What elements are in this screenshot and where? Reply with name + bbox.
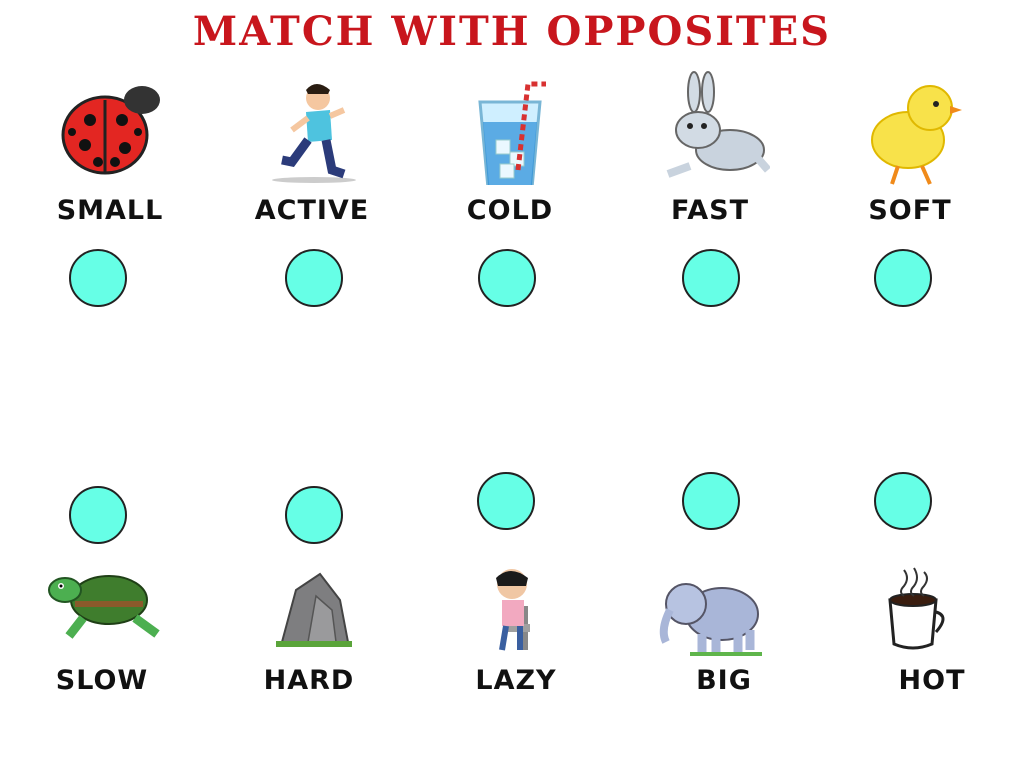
match-dot-active[interactable] [285,249,343,307]
label-big: BIG [696,665,752,696]
page-title: MATCH WITH OPPOSITES [192,8,832,55]
label-fast: FAST [670,195,750,226]
match-dot-big[interactable] [682,472,740,530]
match-dot-hard[interactable] [285,486,343,544]
label-cold: COLD [466,195,554,226]
label-small: SMALL [56,195,164,226]
card-fast [610,70,810,200]
label-soft: SOFT [868,195,952,226]
elephant-icon [659,583,762,656]
ice-water-glass-icon [478,81,546,185]
turtle-icon [48,575,160,639]
chick-icon [871,85,962,185]
match-dot-fast[interactable] [682,249,740,307]
match-dot-hot[interactable] [874,472,932,530]
card-soft [810,70,1010,200]
rabbit-icon [666,71,770,178]
label-lazy: LAZY [475,665,557,696]
label-active: ACTIVE [254,195,370,226]
label-slow: SLOW [55,665,149,696]
match-dot-soft[interactable] [874,249,932,307]
label-hard: HARD [263,665,355,696]
ladybug-icon [61,86,160,175]
match-dot-lazy[interactable] [477,472,535,530]
running-boy-icon [272,84,356,183]
match-dot-cold[interactable] [478,249,536,307]
label-hot: HOT [898,665,966,696]
card-cold [410,70,610,200]
rock-icon [276,572,352,647]
card-active [212,70,412,200]
sitting-kid-icon [496,569,530,651]
hot-coffee-icon [888,567,945,650]
match-dot-small[interactable] [69,249,127,307]
card-small [10,70,210,200]
match-dot-slow[interactable] [69,486,127,544]
